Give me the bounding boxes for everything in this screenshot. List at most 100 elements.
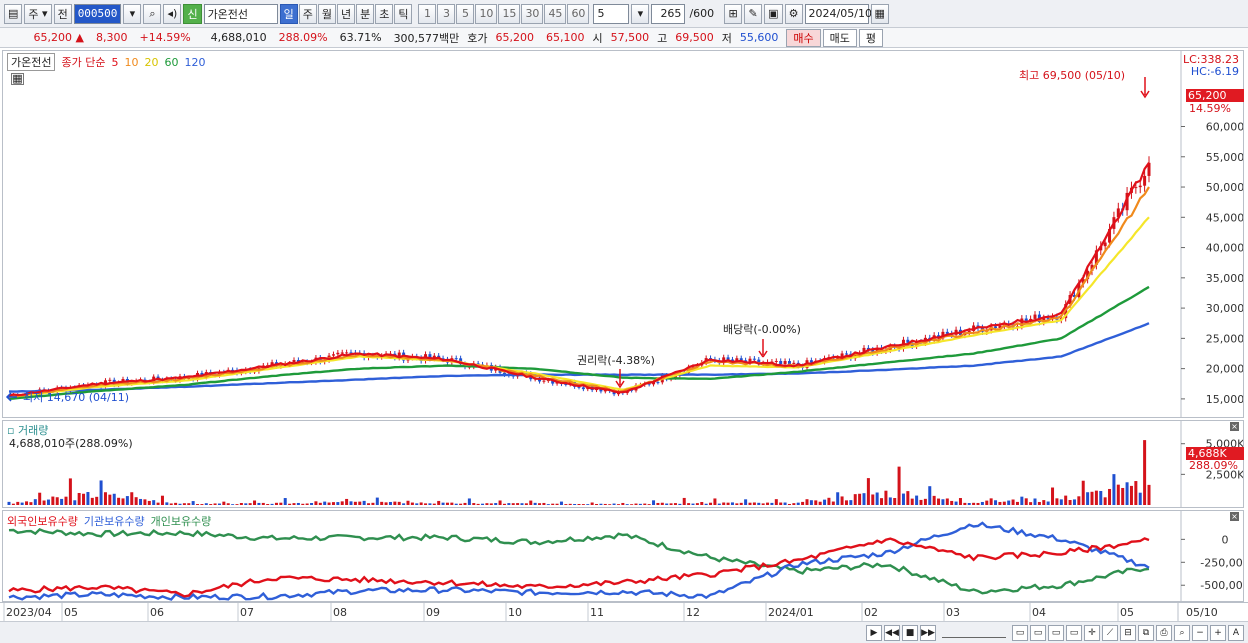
grid-icon[interactable]: ⊞ [724, 3, 743, 24]
ask-2: 65,100 [546, 31, 585, 44]
volume-bar [634, 503, 638, 505]
period-tab-3[interactable]: 년 [336, 3, 356, 24]
save-icon[interactable]: ▣ [764, 3, 783, 24]
scroll-right-icon[interactable]: ▶ [866, 624, 882, 641]
volume-bar [130, 492, 134, 505]
candle-body [581, 387, 585, 390]
date-input[interactable]: 2024/05/10 [804, 3, 872, 24]
layout-icon-4[interactable]: ▭ [1066, 624, 1082, 641]
volume-bar [20, 502, 24, 505]
count-input[interactable]: 265 [651, 3, 686, 24]
volume-bar [1072, 499, 1076, 505]
speaker-icon[interactable]: ◂) [163, 3, 182, 24]
volume-bar [476, 503, 480, 505]
interval-dropdown-icon[interactable]: ▾ [631, 3, 650, 24]
candle-body [1024, 318, 1028, 321]
table-icon[interactable]: ▦ [11, 73, 24, 85]
period-tab-1[interactable]: 주 [298, 3, 317, 24]
trend-icon[interactable]: ⟋ [1102, 624, 1118, 641]
volume-bar [60, 498, 64, 505]
interval-button-5[interactable]: 30 [521, 3, 544, 24]
crosshair-icon[interactable]: ✛ [1084, 624, 1100, 641]
layout-icon-3[interactable]: ▭ [1048, 624, 1064, 641]
interval-select[interactable]: 5 [593, 3, 630, 24]
volume-bar [998, 501, 1002, 505]
volume-bar [117, 497, 121, 505]
volume-bar [871, 494, 875, 505]
code-dropdown-icon[interactable]: ▾ [123, 3, 142, 24]
volume-bar [542, 502, 546, 505]
buy-button[interactable]: 매수 [786, 28, 821, 47]
stop-icon[interactable]: ■ [902, 624, 918, 641]
volume-bar [125, 496, 129, 505]
stock-code-input[interactable]: 000500 [73, 3, 122, 24]
print-icon[interactable]: ⎙ [1156, 624, 1172, 641]
volume-bar [967, 503, 971, 505]
period-tabs: 일주월년분초틱 [279, 3, 413, 24]
interval-button-4[interactable]: 15 [498, 3, 521, 24]
interval-button-0[interactable]: 1 [418, 3, 437, 24]
volume-bar [669, 503, 673, 505]
period-tab-0[interactable]: 일 [279, 3, 298, 24]
volume-bar [11, 503, 15, 505]
type-select[interactable]: 주 ▾ [24, 3, 52, 24]
volume-bar [700, 502, 704, 505]
period-tab-2[interactable]: 월 [317, 3, 336, 24]
interval-button-2[interactable]: 5 [456, 3, 475, 24]
gear-icon[interactable]: ⚙ [784, 3, 803, 24]
volume-bar [1090, 491, 1094, 505]
volume-bar [428, 503, 432, 505]
volume-bar [16, 501, 20, 505]
volume-close-icon[interactable]: × [1230, 422, 1239, 431]
forward-icon[interactable]: ▶▶ [920, 624, 936, 641]
interval-button-1[interactable]: 3 [437, 3, 456, 24]
interval-button-6[interactable]: 45 [544, 3, 567, 24]
volume-bar [196, 504, 200, 505]
window-menu-icon[interactable]: ▤ [4, 3, 23, 24]
volume-bar [612, 503, 616, 505]
search-icon[interactable]: ⌕ [143, 3, 162, 24]
price-tick-label: 45,000 [1206, 211, 1243, 224]
volume-bar [581, 504, 585, 505]
interval-button-7[interactable]: 60 [567, 3, 590, 24]
zoom-out-icon[interactable]: − [1192, 624, 1208, 641]
interval-button-3[interactable]: 10 [475, 3, 498, 24]
volume-bar [82, 493, 86, 505]
ruler-icon[interactable]: ⊟ [1120, 624, 1136, 641]
volume-bar [1116, 484, 1120, 505]
volume-bar [182, 503, 186, 505]
stock-name-field[interactable]: 가온전선 [203, 3, 278, 24]
rewind-icon[interactable]: ◀◀ [884, 624, 900, 641]
volume-bar [424, 503, 428, 505]
font-size-icon[interactable]: A [1228, 624, 1244, 641]
draw-tool-icon[interactable]: ✎ [744, 3, 763, 24]
layout-icon-2[interactable]: ▭ [1030, 624, 1046, 641]
candle-body [779, 360, 783, 365]
eval-button[interactable]: 평 [858, 28, 884, 47]
volume-bar [371, 502, 375, 505]
volume-bar [836, 492, 840, 505]
market-button[interactable]: 전 [53, 3, 72, 24]
holdings-tick-label: -250,000 [1200, 556, 1243, 569]
zoom-in-icon[interactable]: + [1210, 624, 1226, 641]
volume-bar [1094, 490, 1098, 505]
volume-chart[interactable]: 5,000K2,500K [3, 421, 1243, 507]
volume-bar [818, 501, 822, 505]
volume-bar [529, 500, 533, 505]
period-tab-5[interactable]: 초 [375, 3, 394, 24]
volume-bar [1121, 487, 1125, 505]
calendar-icon[interactable]: ▦ [870, 3, 889, 24]
volume-bar [502, 503, 506, 505]
volume-bar [862, 493, 866, 505]
zoom-slider[interactable] [942, 628, 1006, 638]
copy-icon[interactable]: ⧉ [1138, 624, 1154, 641]
dividend-arrow-icon [758, 339, 768, 358]
volume-bar [844, 500, 848, 505]
period-tab-4[interactable]: 분 [356, 3, 375, 24]
layout-icon-1[interactable]: ▭ [1012, 624, 1028, 641]
volume-bar [1046, 501, 1050, 505]
sell-button[interactable]: 매도 [822, 28, 857, 47]
holdings-close-icon[interactable]: × [1230, 512, 1239, 521]
period-tab-6[interactable]: 틱 [394, 3, 413, 24]
magnifier-icon[interactable]: ⌕ [1174, 624, 1190, 641]
